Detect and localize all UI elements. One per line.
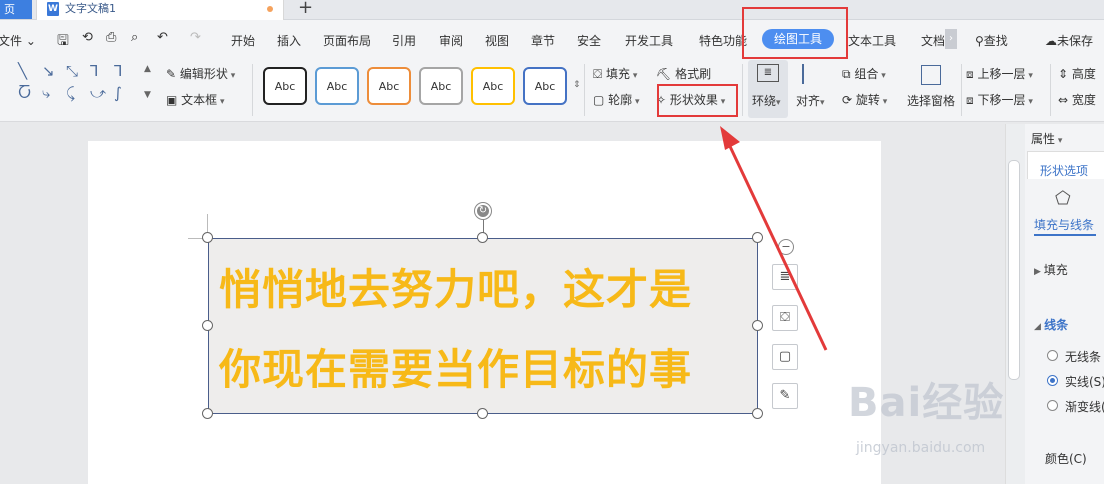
properties-label: 属性	[1031, 132, 1056, 146]
chevron-right-icon: ▶	[1034, 267, 1044, 277]
radio-solid-line[interactable]	[1047, 375, 1058, 386]
section-line[interactable]: ◢ 线条	[1034, 316, 1068, 333]
solid-line-label: 实线(S)	[1065, 375, 1104, 389]
tab-shape-options[interactable]: 形状选项	[1027, 151, 1104, 179]
chevron-down-icon: ▾	[1055, 136, 1063, 146]
chevron-down-icon: ◢	[1034, 322, 1045, 332]
fill-section-label: 填充	[1043, 263, 1068, 277]
gradient-line-label: 渐变线(	[1065, 400, 1104, 414]
fill-line-icon: ⬠	[1055, 188, 1071, 209]
baidu-watermark-url: jingyan.baidu.com	[856, 440, 986, 456]
scrollbar-thumb[interactable]	[1008, 160, 1020, 380]
radio-gradient-line[interactable]	[1047, 400, 1058, 411]
baidu-watermark: Bai经验	[848, 380, 1005, 426]
tab-underline	[1034, 234, 1096, 236]
no-line-label: 无线条	[1065, 350, 1102, 364]
line-section-label: 线条	[1044, 318, 1069, 332]
line-color-label[interactable]: 颜色(C)	[1045, 450, 1087, 467]
property-panel: 属性 ▾ 形状选项 ⬠ 填充与线条 ▶ 填充 ◢ 线条 无线条 实线(S) 渐变…	[1025, 124, 1104, 484]
tab-fill-line[interactable]: 填充与线条	[1034, 216, 1094, 233]
radio-selected-dot	[1050, 378, 1055, 383]
section-fill[interactable]: ▶ 填充	[1034, 261, 1068, 278]
radio-no-line[interactable]	[1047, 350, 1058, 361]
properties-header[interactable]: 属性 ▾	[1031, 130, 1062, 147]
